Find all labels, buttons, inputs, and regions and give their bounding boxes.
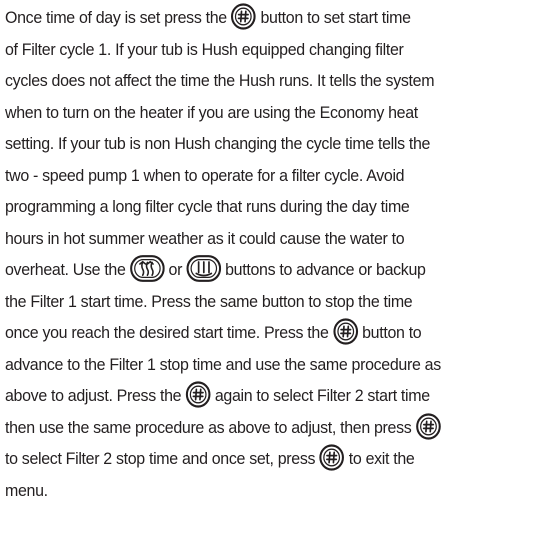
text-line: advance to the Filter 1 stop time and us… — [5, 354, 441, 374]
warm-button-icon — [129, 255, 165, 282]
text-run: button to — [358, 323, 422, 342]
text-line: the Filter 1 start time. Press the same … — [5, 291, 413, 311]
text-run: above to adjust. Press the — [5, 386, 186, 405]
text-run: buttons to advance or backup — [221, 260, 426, 279]
text-line: when to turn on the heater if you are us… — [5, 102, 418, 122]
mode-button-icon — [185, 381, 211, 408]
text-line: two - speed pump 1 when to operate for a… — [5, 165, 405, 185]
mode-button-icon — [231, 3, 256, 30]
text-line: above to adjust. Press the again to sele… — [5, 380, 524, 412]
text-line: hours in hot summer weather as it could … — [5, 228, 405, 248]
text-run: to exit the — [344, 449, 415, 468]
text-run: then use the same procedure as above to … — [5, 417, 416, 437]
text-line: programming a long filter cycle that run… — [5, 197, 410, 216]
cool-button-icon — [186, 255, 221, 282]
text-line: Once time of day is set press the button… — [5, 2, 524, 34]
mode-button-icon — [415, 412, 441, 440]
text-line: menu. — [5, 480, 48, 500]
text-line: then use the same procedure as above to … — [5, 412, 524, 444]
text-line: setting. If your tub is non Hush changin… — [5, 134, 431, 153]
text-line: of Filter cycle 1. If your tub is Hush e… — [5, 39, 404, 59]
text-run: to select Filter 2 stop time and once se… — [5, 449, 320, 468]
text-run: again to select Filter 2 start time — [210, 386, 430, 405]
mode-button-icon — [319, 444, 345, 471]
text-line: overheat. Use the or buttons to advance … — [5, 254, 524, 286]
text-line: cycles does not affect the time the Hush… — [5, 71, 435, 90]
instruction-paragraph: Once time of day is set press the button… — [5, 2, 524, 506]
mode-button-icon — [333, 318, 358, 345]
text-run: once you reach the desired start time. P… — [5, 323, 333, 342]
text-line: to select Filter 2 stop time and once se… — [5, 443, 524, 475]
text-run: or — [164, 260, 187, 279]
text-run: button to set start time — [256, 8, 411, 27]
text-run: overheat. Use the — [5, 260, 130, 279]
text-line: once you reach the desired start time. P… — [5, 317, 524, 349]
text-run: Once time of day is set press the — [5, 8, 231, 27]
